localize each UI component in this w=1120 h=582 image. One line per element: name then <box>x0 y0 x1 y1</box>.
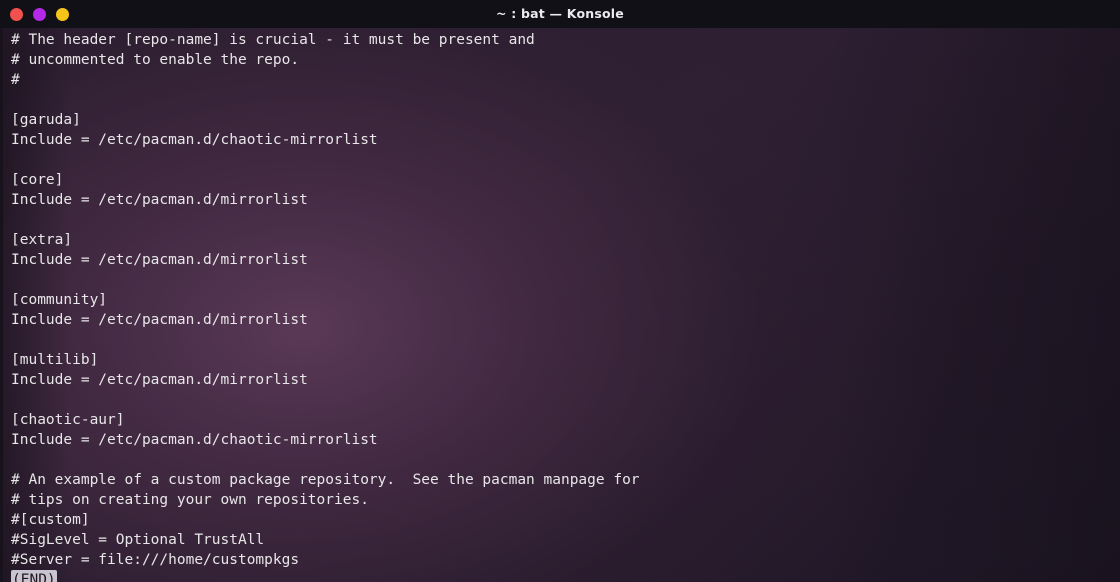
pager-end-marker: (END) <box>11 570 57 582</box>
terminal-line: Include = /etc/pacman.d/chaotic-mirrorli… <box>11 132 378 148</box>
terminal-line: # <box>11 72 20 88</box>
terminal-line: Include = /etc/pacman.d/mirrorlist <box>11 372 308 388</box>
window-controls <box>10 7 69 21</box>
terminal-line: # The header [repo-name] is crucial - it… <box>11 32 535 48</box>
konsole-window: ~ : bat — Konsole # The header [repo-nam… <box>0 0 1120 582</box>
terminal-line: #SigLevel = Optional TrustAll <box>11 532 265 548</box>
terminal-line: [multilib] <box>11 352 99 368</box>
terminal-line: # uncommented to enable the repo. <box>11 52 300 68</box>
terminal-line: #[custom] <box>11 512 90 528</box>
terminal-line: Include = /etc/pacman.d/mirrorlist <box>11 312 308 328</box>
terminal-line: Include = /etc/pacman.d/mirrorlist <box>11 252 308 268</box>
terminal-screen[interactable]: # The header [repo-name] is crucial - it… <box>3 28 1120 582</box>
pager-status-line: (END) <box>11 570 1120 582</box>
maximize-button[interactable] <box>56 7 69 21</box>
terminal-line: Include = /etc/pacman.d/mirrorlist <box>11 192 308 208</box>
terminal-line: [chaotic-aur] <box>11 412 125 428</box>
close-button[interactable] <box>10 7 23 21</box>
window-titlebar: ~ : bat — Konsole <box>0 0 1120 28</box>
terminal-line: [community] <box>11 292 108 308</box>
terminal-line: # An example of a custom package reposit… <box>11 472 640 488</box>
terminal-line: #Server = file:///home/custompkgs <box>11 552 300 568</box>
minimize-button[interactable] <box>33 7 46 21</box>
terminal-text-buffer: # The header [repo-name] is crucial - it… <box>11 30 1120 570</box>
terminal-line: [core] <box>11 172 64 188</box>
window-title: ~ : bat — Konsole <box>496 6 624 21</box>
terminal-line: [extra] <box>11 232 73 248</box>
terminal-line: # tips on creating your own repositories… <box>11 492 369 508</box>
terminal-line: [garuda] <box>11 112 81 128</box>
terminal-viewport[interactable]: # The header [repo-name] is crucial - it… <box>0 28 1120 582</box>
terminal-line: Include = /etc/pacman.d/chaotic-mirrorli… <box>11 432 378 448</box>
